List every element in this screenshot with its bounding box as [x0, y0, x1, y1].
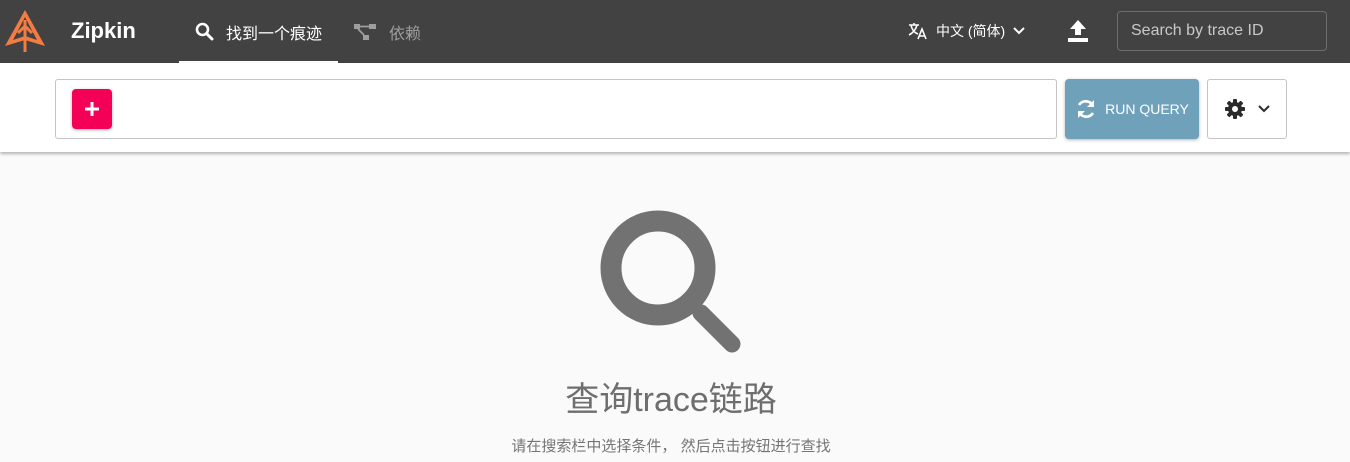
gear-icon — [1225, 99, 1245, 119]
search-icon — [600, 210, 741, 353]
search-icon — [195, 22, 214, 41]
upload-icon[interactable] — [1067, 19, 1089, 43]
tab-dependencies[interactable]: 依赖 — [353, 0, 421, 63]
tab-discover[interactable]: 找到一个痕迹 — [179, 0, 338, 63]
query-bar: RUN QUERY — [0, 63, 1350, 152]
dependencies-icon — [353, 23, 377, 41]
refresh-icon — [1075, 98, 1097, 120]
add-criteria-button[interactable] — [72, 89, 112, 129]
chevron-down-icon — [1013, 27, 1025, 35]
app-brand[interactable]: Zipkin — [71, 18, 136, 44]
empty-state-title: 查询trace链路 — [565, 381, 777, 419]
run-query-button[interactable]: RUN QUERY — [1065, 79, 1199, 139]
plus-icon — [85, 102, 99, 116]
chevron-down-icon — [1258, 105, 1270, 113]
translate-icon — [908, 22, 928, 40]
run-query-label: RUN QUERY — [1105, 101, 1189, 117]
tab-discover-label: 找到一个痕迹 — [226, 25, 323, 43]
empty-state-subtitle: 请在搜索栏中选择条件， 然后点击按钮进行查找 — [511, 438, 831, 455]
language-selector[interactable]: 中文 (简体) — [908, 20, 1025, 42]
trace-id-search-input[interactable] — [1117, 11, 1327, 51]
tab-dependencies-label: 依赖 — [389, 25, 422, 43]
settings-menu-button[interactable] — [1207, 79, 1287, 139]
top-app-bar: Zipkin 找到一个痕迹 依赖 中文 (简体) — [0, 0, 1350, 63]
search-criteria-box[interactable] — [55, 79, 1057, 139]
zipkin-logo-icon[interactable] — [3, 8, 47, 54]
language-label: 中文 (简体) — [936, 23, 1006, 39]
